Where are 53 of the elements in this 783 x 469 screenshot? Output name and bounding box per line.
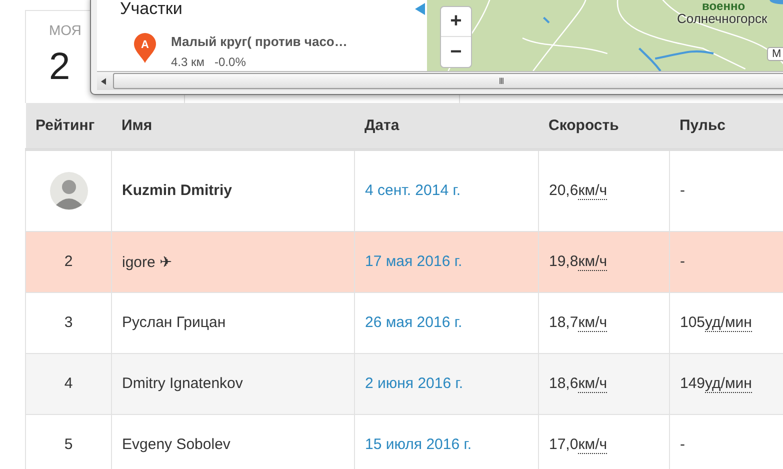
athlete-name[interactable]: Evgeny Sobolev — [122, 436, 230, 453]
map-pin-icon: A — [134, 33, 156, 63]
athlete-name[interactable]: Руслан Грицан — [122, 314, 226, 331]
avatar-icon — [50, 172, 88, 210]
map-label: Солнечногорск — [677, 11, 768, 26]
date-link[interactable]: 26 мая 2016 г. — [365, 314, 462, 331]
zoom-in-button[interactable]: + — [441, 7, 471, 37]
segments-heading: Участки — [120, 0, 182, 19]
segment-grade: -0.0% — [214, 55, 246, 69]
speed-value: 18,7 — [549, 314, 578, 331]
map-label: военно — [702, 0, 746, 13]
column-header[interactable]: Пульс — [670, 103, 783, 149]
date-link[interactable]: 2 июня 2016 г. — [365, 375, 464, 392]
segment-title[interactable]: Малый круг( против часо… — [171, 34, 348, 49]
column-header[interactable]: Скорость — [538, 103, 670, 149]
collapse-triangle-icon[interactable] — [415, 3, 425, 15]
segment-distance: 4.3 км — [171, 55, 205, 69]
date-link[interactable]: 4 сент. 2014 г. — [365, 182, 461, 199]
map-label: М — [767, 47, 783, 61]
scroll-left-icon[interactable] — [101, 78, 106, 84]
speed-value: 17,0 — [549, 436, 578, 453]
speed-unit: км/ч — [578, 436, 608, 454]
athlete-name[interactable]: Dmitry Ignatenkov — [122, 375, 243, 392]
column-header[interactable]: Дата — [354, 103, 538, 149]
athlete-name[interactable]: Kuzmin Dmitriy — [122, 182, 232, 199]
speed-unit: км/ч — [578, 375, 608, 393]
rank-number: 4 — [64, 375, 73, 392]
speed-unit: км/ч — [578, 182, 608, 200]
date-link[interactable]: 15 июля 2016 г. — [365, 436, 472, 453]
stat-value: 2 — [49, 46, 70, 89]
column-header[interactable]: Имя — [112, 103, 354, 149]
scrollbar-thumb[interactable]: III — [113, 73, 783, 89]
speed-value: 19,8 — [549, 253, 578, 270]
pulse-value: 105 — [680, 314, 706, 331]
speed-unit: км/ч — [578, 253, 608, 271]
pulse-unit: уд/мин — [705, 314, 752, 332]
rank-number: 5 — [64, 436, 73, 453]
speed-value: 18,6 — [549, 375, 578, 392]
column-header[interactable]: Рейтинг — [26, 103, 112, 149]
stat-label: МОЯ — [49, 22, 82, 38]
speed-unit: км/ч — [578, 314, 608, 332]
horizontal-scrollbar[interactable]: III — [97, 71, 783, 90]
athlete-name[interactable]: igore ✈ — [122, 254, 173, 270]
pulse-value: 149 — [680, 375, 706, 392]
speed-value: 20,6 — [549, 182, 578, 199]
pulse-value: - — [680, 182, 685, 199]
map-view[interactable]: + − военно Солнечногорск М — [427, 0, 783, 71]
rank-number: 2 — [64, 253, 73, 270]
rank-number: 3 — [64, 314, 73, 331]
pulse-value: - — [680, 436, 685, 453]
pulse-value: - — [680, 253, 685, 270]
scrollbar-grip: III — [498, 76, 504, 86]
pulse-unit: уд/мин — [705, 375, 752, 393]
